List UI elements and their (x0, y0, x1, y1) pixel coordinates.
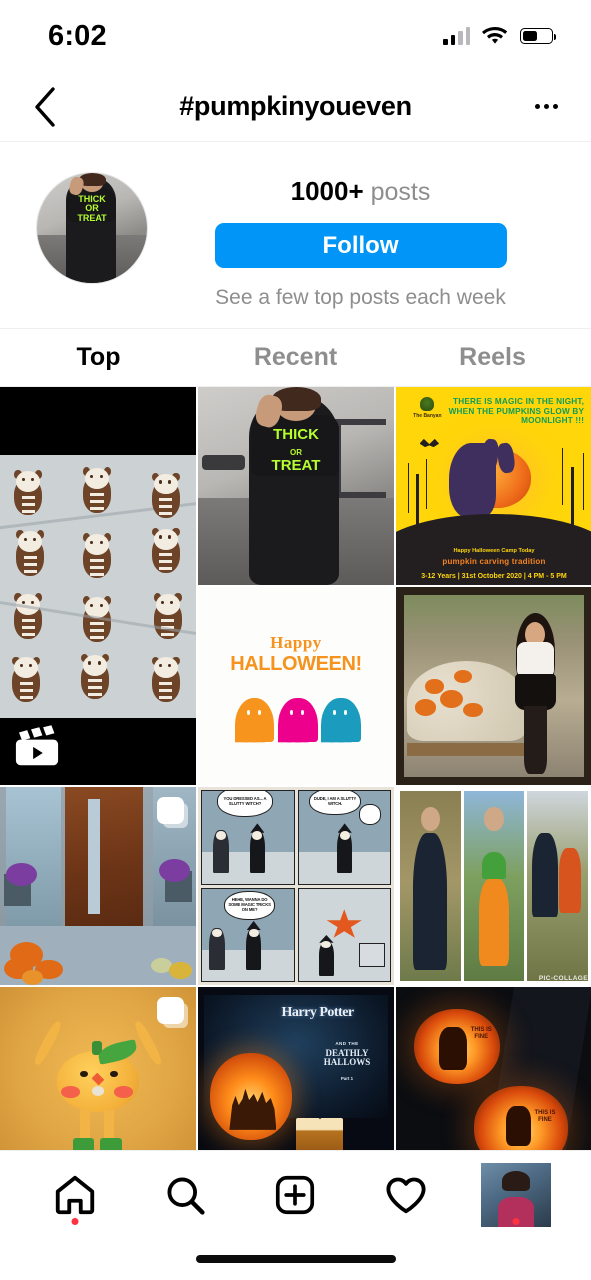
post-count-value: 1000+ (290, 176, 364, 206)
screen-title: Harry Potter (281, 1005, 355, 1021)
post-thumbnail (396, 587, 591, 786)
poster-line-3: 3-12 Years | 31st October 2020 | 4 PM - … (421, 573, 567, 581)
carving-text-2: THIS IS FINE (534, 1110, 556, 1123)
grid-post-comic-strip[interactable]: YOU DRESSED AS... A SLUTTY WITCH? DUDE, … (198, 787, 394, 986)
graphic-title-line2: HALLOWEEN! (230, 652, 362, 675)
hashtag-avatar[interactable]: THICK OR TREAT (36, 172, 148, 284)
hashtag-header: THICK OR TREAT 1000+ posts Follow See a fe… (0, 142, 591, 328)
more-options-button[interactable] (523, 84, 569, 130)
poster-line-2: pumpkin carving tradition (442, 556, 546, 566)
carving-text-1: THIS IS FINE (470, 1026, 492, 1040)
search-icon (167, 1176, 205, 1215)
chevron-left-icon (35, 86, 55, 127)
avatar: THICK OR TREAT (36, 172, 148, 284)
nav-create[interactable] (260, 1163, 330, 1227)
bottom-navigation-bar (0, 1150, 591, 1238)
follow-button[interactable]: Follow (214, 223, 507, 268)
navigation-bar: #pumpkinyoueven (0, 72, 591, 142)
reels-icon (15, 725, 59, 766)
ellipsis-icon (543, 104, 549, 109)
screen-part: Part 1 (340, 1076, 354, 1082)
comic-bubble-3: HEHE, WANNA DO SOME MAGIC TRICKS ON ME? (223, 890, 276, 921)
collage-watermark: PIC-COLLAGE (538, 975, 588, 983)
graphic-title-line1: Happy (270, 632, 322, 652)
grid-post-pumpkin-toy[interactable] (0, 987, 196, 1150)
post-thumbnail: YOU DRESSED AS... A SLUTTY WITCH? DUDE, … (198, 787, 394, 986)
post-count: 1000+ posts (291, 176, 431, 207)
grid-post-family-collage[interactable]: PIC-COLLAGE (396, 787, 591, 986)
ghost-orange (235, 698, 275, 742)
poster-line-1: Happy Halloween Camp Today (453, 547, 535, 554)
home-indicator (0, 1238, 591, 1280)
comic-bubble-2: DUDE, I AM A SLUTTY WITCH. (309, 791, 361, 816)
carousel-icon (157, 797, 184, 825)
grid-post-reel-cookies[interactable] (0, 387, 196, 786)
post-count-label: posts (370, 178, 431, 206)
post-thumbnail: THIS IS FINE THIS IS FINE (396, 987, 591, 1150)
status-bar-icons (443, 26, 557, 46)
nav-activity[interactable] (371, 1163, 441, 1227)
grid-post-porch-pumpkins[interactable] (0, 787, 196, 986)
cellular-signal-icon (443, 27, 470, 45)
grid-post-pumpkin-patch-portrait[interactable] (396, 587, 591, 786)
comic-bubble-1: YOU DRESSED AS... A SLUTTY WITCH? (216, 791, 274, 818)
plus-square-icon (276, 1175, 315, 1214)
profile-badge-dot (512, 1217, 520, 1225)
tab-bar: Top Recent Reels (0, 328, 591, 388)
home-icon (55, 1175, 95, 1214)
post-grid: THICK OR TREAT THERE IS MAGIC IN THE NIGHT… (0, 387, 591, 1150)
ellipsis-icon (552, 104, 558, 109)
nav-home[interactable] (40, 1163, 110, 1227)
back-button[interactable] (22, 84, 68, 130)
post-thumbnail: THERE IS MAGIC IN THE NIGHT, WHEN THE PU… (396, 387, 591, 586)
grid-post-gym-selfie[interactable]: THICK OR TREAT (198, 387, 394, 586)
post-thumbnail: PIC-COLLAGE (396, 787, 591, 986)
avatar-photo: THICK OR TREAT (37, 173, 147, 283)
hashtag-meta: 1000+ posts Follow See a few top posts e… (148, 162, 567, 310)
ghost-teal (321, 698, 361, 742)
wifi-icon (482, 26, 508, 44)
grid-post-this-is-fine-pumpkins[interactable]: THIS IS FINE THIS IS FINE (396, 987, 591, 1150)
profile-avatar-icon (480, 1162, 551, 1227)
battery-icon (520, 28, 557, 44)
post-thumbnail: Happy HALLOWEEN! (198, 587, 394, 786)
grid-post-harry-potter-pumpkin[interactable]: Harry Potter AND THE DEATHLY HALLOWS Par… (198, 987, 394, 1150)
ghost-pink (278, 698, 318, 742)
page-title: #pumpkinyoueven (179, 91, 412, 121)
poster-headline: THERE IS MAGIC IN THE NIGHT, WHEN THE PU… (448, 397, 585, 425)
status-bar-time: 6:02 (48, 19, 107, 52)
heart-icon (386, 1177, 426, 1213)
tab-reels[interactable]: Reels (394, 329, 591, 386)
nav-search[interactable] (150, 1163, 220, 1227)
screen-and-the: AND THE (335, 1040, 359, 1046)
tab-top[interactable]: Top (0, 329, 197, 386)
hashtag-subtitle: See a few top posts each week (215, 286, 506, 309)
poster-brand: The Banyan (406, 397, 449, 419)
home-badge-dot (71, 1217, 79, 1225)
grid-post-halloween-poster[interactable]: THERE IS MAGIC IN THE NIGHT, WHEN THE PU… (396, 387, 591, 586)
status-bar: 6:02 (0, 0, 591, 72)
post-thumbnail: Harry Potter AND THE DEATHLY HALLOWS Par… (198, 987, 394, 1150)
tab-recent[interactable]: Recent (197, 329, 394, 386)
screen-subtitle: DEATHLY HALLOWS (323, 1047, 371, 1068)
ellipsis-icon (534, 104, 540, 109)
nav-profile[interactable] (480, 1162, 551, 1227)
instagram-hashtag-screen: 6:02 #pumpkinyoueven THICK OR TREAT 1000… (0, 0, 591, 1280)
carousel-icon (157, 997, 184, 1025)
post-thumbnail: THICK OR TREAT (198, 387, 394, 586)
grid-post-happy-halloween[interactable]: Happy HALLOWEEN! (198, 587, 394, 786)
